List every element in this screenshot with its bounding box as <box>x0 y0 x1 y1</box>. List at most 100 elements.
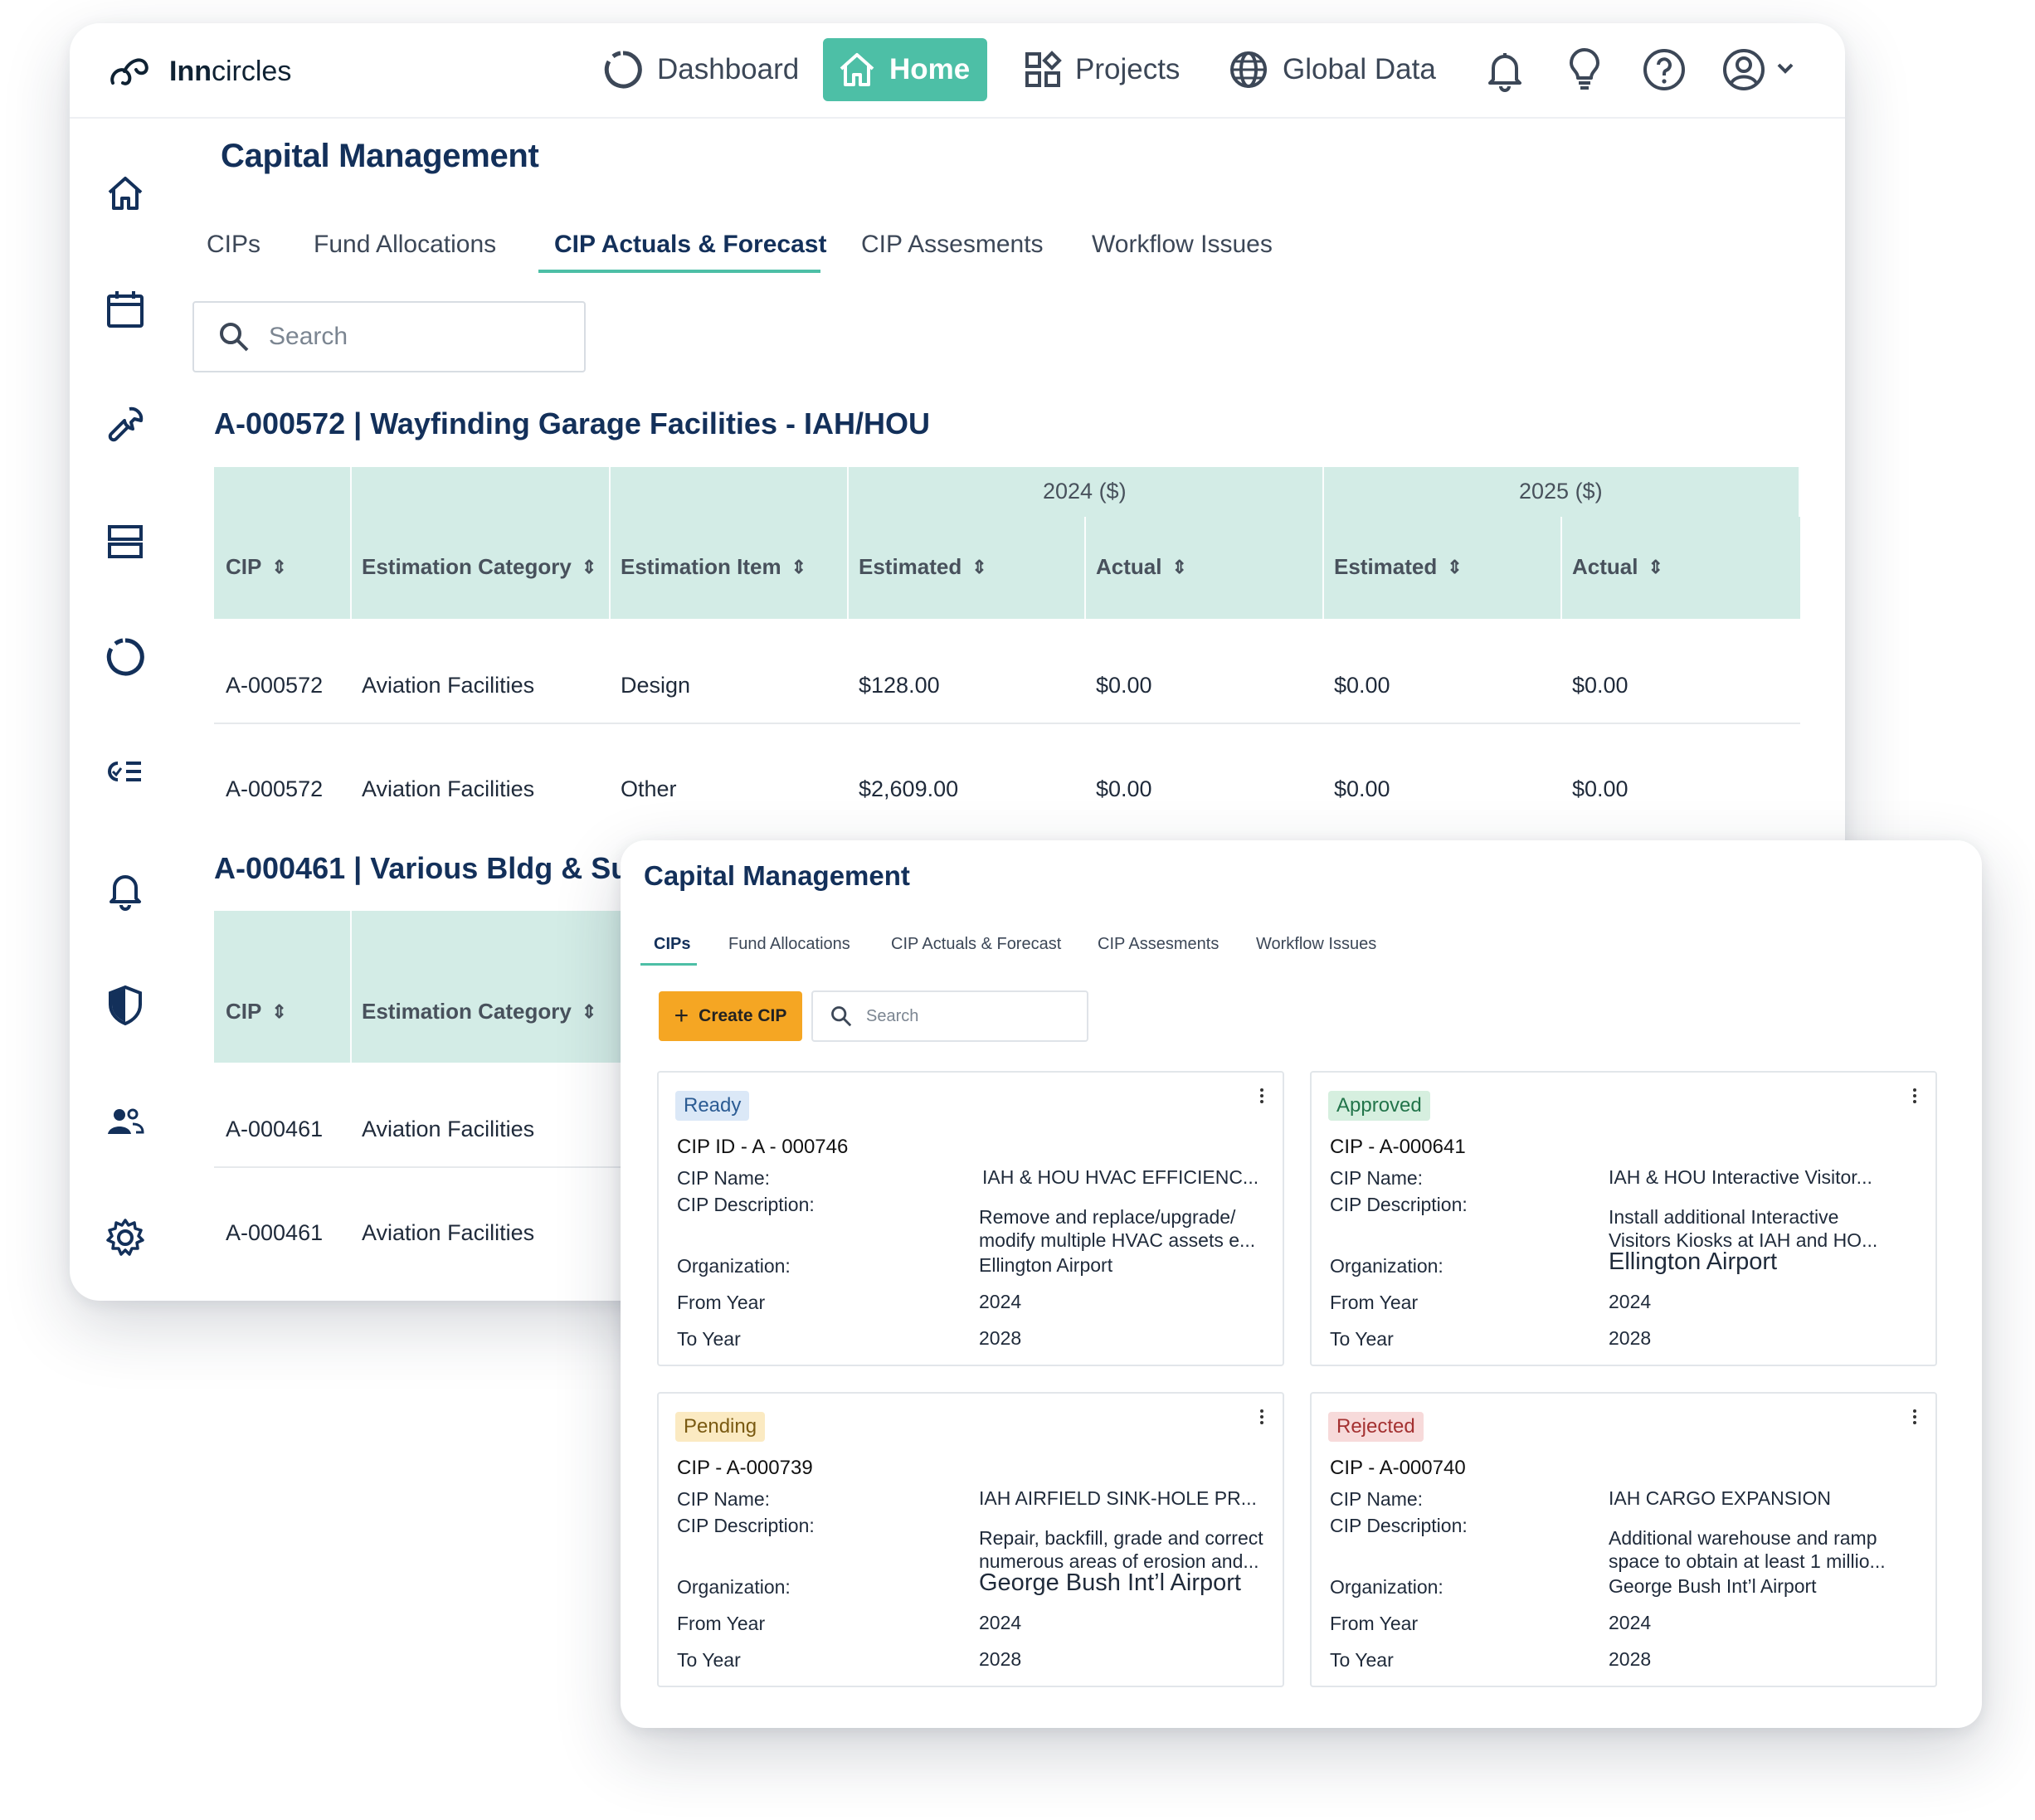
from-year-label: From Year <box>677 1613 766 1634</box>
cip-description-line1: Additional warehouse and ramp <box>1609 1527 1877 1549</box>
nav-global-data-label: Global Data <box>1283 53 1436 85</box>
cell: Aviation Facilities <box>362 673 535 698</box>
search-icon <box>220 323 249 352</box>
nav-home[interactable]: Home <box>823 38 987 101</box>
sort-icon: ⇕ <box>581 1000 597 1022</box>
tab-cip-assesments[interactable]: CIP Assesments <box>861 231 1044 259</box>
inncircles-logo[interactable]: Inncircles <box>108 53 291 90</box>
to-year-value: 2028 <box>979 1648 1022 1670</box>
sidebar-wrench-icon[interactable] <box>103 402 148 447</box>
nav-dashboard[interactable]: Dashboard <box>587 38 814 101</box>
user-menu[interactable] <box>1721 46 1804 93</box>
cip-description-line1: Remove and replace/upgrade/ <box>979 1206 1236 1228</box>
cip-card[interactable]: Approved CIP - A-000641 CIP Name: IAH & … <box>1310 1071 1937 1366</box>
column-header[interactable]: Estimated ⇕ <box>859 554 987 580</box>
overlay-page-title: Capital Management <box>644 860 910 891</box>
tab-cip-actuals-forecast[interactable]: CIP Actuals & Forecast <box>891 935 1061 954</box>
organization-value: George Bush Int’l Airport <box>1609 1575 1817 1597</box>
organization-label: Organization: <box>1330 1255 1443 1277</box>
cip-id: CIP ID - A - 000746 <box>677 1136 849 1158</box>
to-year-label: To Year <box>1330 1649 1394 1671</box>
cip-card[interactable]: Ready CIP ID - A - 000746 CIP Name: IAH … <box>657 1071 1284 1366</box>
organization-value: Ellington Airport <box>979 1254 1113 1276</box>
to-year-value: 2028 <box>1609 1327 1652 1349</box>
sidebar-calendar-icon[interactable] <box>103 287 148 332</box>
tab-cips[interactable]: CIPs <box>207 231 260 259</box>
sort-icon: ⇕ <box>1648 556 1663 577</box>
tab-cip-assesments[interactable]: CIP Assesments <box>1098 935 1219 954</box>
column-header[interactable]: Estimated ⇕ <box>1334 554 1463 580</box>
column-header[interactable]: Estimation Category ⇕ <box>362 554 596 580</box>
kebab-menu-icon[interactable] <box>1259 1409 1264 1425</box>
logo-icon <box>110 58 148 85</box>
nav-projects[interactable]: Projects <box>1009 38 1195 101</box>
cip-card[interactable]: Rejected CIP - A-000740 CIP Name: IAH CA… <box>1310 1392 1937 1687</box>
sidebar-bell-icon[interactable] <box>103 867 148 912</box>
column-header[interactable]: Estimation Category ⇕ <box>362 999 596 1024</box>
sidebar-storage-icon[interactable] <box>103 519 148 564</box>
cell: $0.00 <box>1096 776 1152 801</box>
help-icon[interactable] <box>1641 46 1687 93</box>
column-header[interactable]: Estimation Item ⇕ <box>621 554 806 580</box>
column-header[interactable]: CIP ⇕ <box>226 999 287 1024</box>
dashboard-icon <box>604 51 642 89</box>
group-header-2025: 2025 ($) <box>1519 479 1603 504</box>
kebab-menu-icon[interactable] <box>1259 1088 1264 1104</box>
from-year-label: From Year <box>677 1292 766 1313</box>
cell: A-000461 <box>226 1220 324 1245</box>
tab-fund-allocations[interactable]: Fund Allocations <box>728 935 850 954</box>
column-header[interactable]: Actual ⇕ <box>1096 554 1187 580</box>
column-header[interactable]: CIP ⇕ <box>226 554 287 580</box>
to-year-value: 2028 <box>1609 1648 1652 1670</box>
organization-label: Organization: <box>677 1255 791 1277</box>
sidebar-settings-icon[interactable] <box>103 1215 148 1260</box>
cip-name-value: IAH AIRFIELD SINK-HOLE PR... <box>979 1487 1257 1509</box>
sidebar-users-icon[interactable] <box>103 1099 148 1144</box>
cip-description-line2: modify multiple HVAC assets e... <box>979 1229 1256 1251</box>
top-navbar: Inncircles Dashboard Home Projects Globa… <box>70 23 1845 119</box>
column-header[interactable]: Actual ⇕ <box>1572 554 1663 580</box>
organization-label: Organization: <box>1330 1576 1443 1598</box>
cip-card[interactable]: Pending CIP - A-000739 CIP Name: IAH AIR… <box>657 1392 1284 1687</box>
tab-fund-allocations[interactable]: Fund Allocations <box>314 231 496 259</box>
to-year-label: To Year <box>1330 1328 1394 1350</box>
cell: $0.00 <box>1572 673 1628 698</box>
to-year-value: 2028 <box>979 1327 1022 1349</box>
cip-name-label: CIP Name: <box>677 1167 771 1189</box>
sort-icon: ⇕ <box>791 556 807 577</box>
logo-text: circles <box>211 55 292 87</box>
cip-description-label: CIP Description: <box>1330 1194 1468 1215</box>
cell: Aviation Facilities <box>362 1117 535 1141</box>
projects-icon <box>1025 51 1062 87</box>
organization-value: George Bush Int’l Airport <box>979 1569 1241 1596</box>
cip-name-value: IAH & HOU Interactive Visitor... <box>1609 1166 1872 1188</box>
row-divider <box>214 723 1800 724</box>
tab-cip-actuals-forecast[interactable]: CIP Actuals & Forecast <box>554 231 826 259</box>
sidebar-home-icon[interactable] <box>103 171 148 216</box>
search-input[interactable]: Search <box>192 301 586 372</box>
cell: A-000572 <box>226 776 324 801</box>
sidebar-dashboard-icon[interactable] <box>103 635 148 679</box>
section-title: A-000461 | Various Bldg & Supt <box>214 851 658 885</box>
search-placeholder: Search <box>866 1006 919 1025</box>
lightbulb-icon[interactable] <box>1561 46 1608 93</box>
notification-bell-icon[interactable] <box>1482 46 1528 93</box>
tab-workflow-issues[interactable]: Workflow Issues <box>1092 231 1273 259</box>
kebab-menu-icon[interactable] <box>1912 1409 1917 1425</box>
sidebar-tasklist-icon[interactable] <box>103 752 148 796</box>
to-year-label: To Year <box>677 1649 741 1671</box>
create-cip-button[interactable]: + Create CIP <box>659 991 802 1041</box>
tab-cips[interactable]: CIPs <box>654 935 690 954</box>
nav-global-data[interactable]: Global Data <box>1213 38 1451 101</box>
kebab-menu-icon[interactable] <box>1912 1088 1917 1104</box>
cell: A-000461 <box>226 1117 324 1141</box>
group-header-2024: 2024 ($) <box>1043 479 1127 504</box>
search-input[interactable]: Search <box>811 990 1088 1042</box>
sort-icon: ⇕ <box>1171 556 1187 577</box>
tab-workflow-issues[interactable]: Workflow Issues <box>1256 935 1376 954</box>
cell: Other <box>621 776 677 801</box>
sort-icon: ⇕ <box>971 556 987 577</box>
status-badge: Ready <box>675 1091 750 1121</box>
cip-name-label: CIP Name: <box>1330 1488 1424 1510</box>
sidebar-shield-icon[interactable] <box>103 983 148 1028</box>
